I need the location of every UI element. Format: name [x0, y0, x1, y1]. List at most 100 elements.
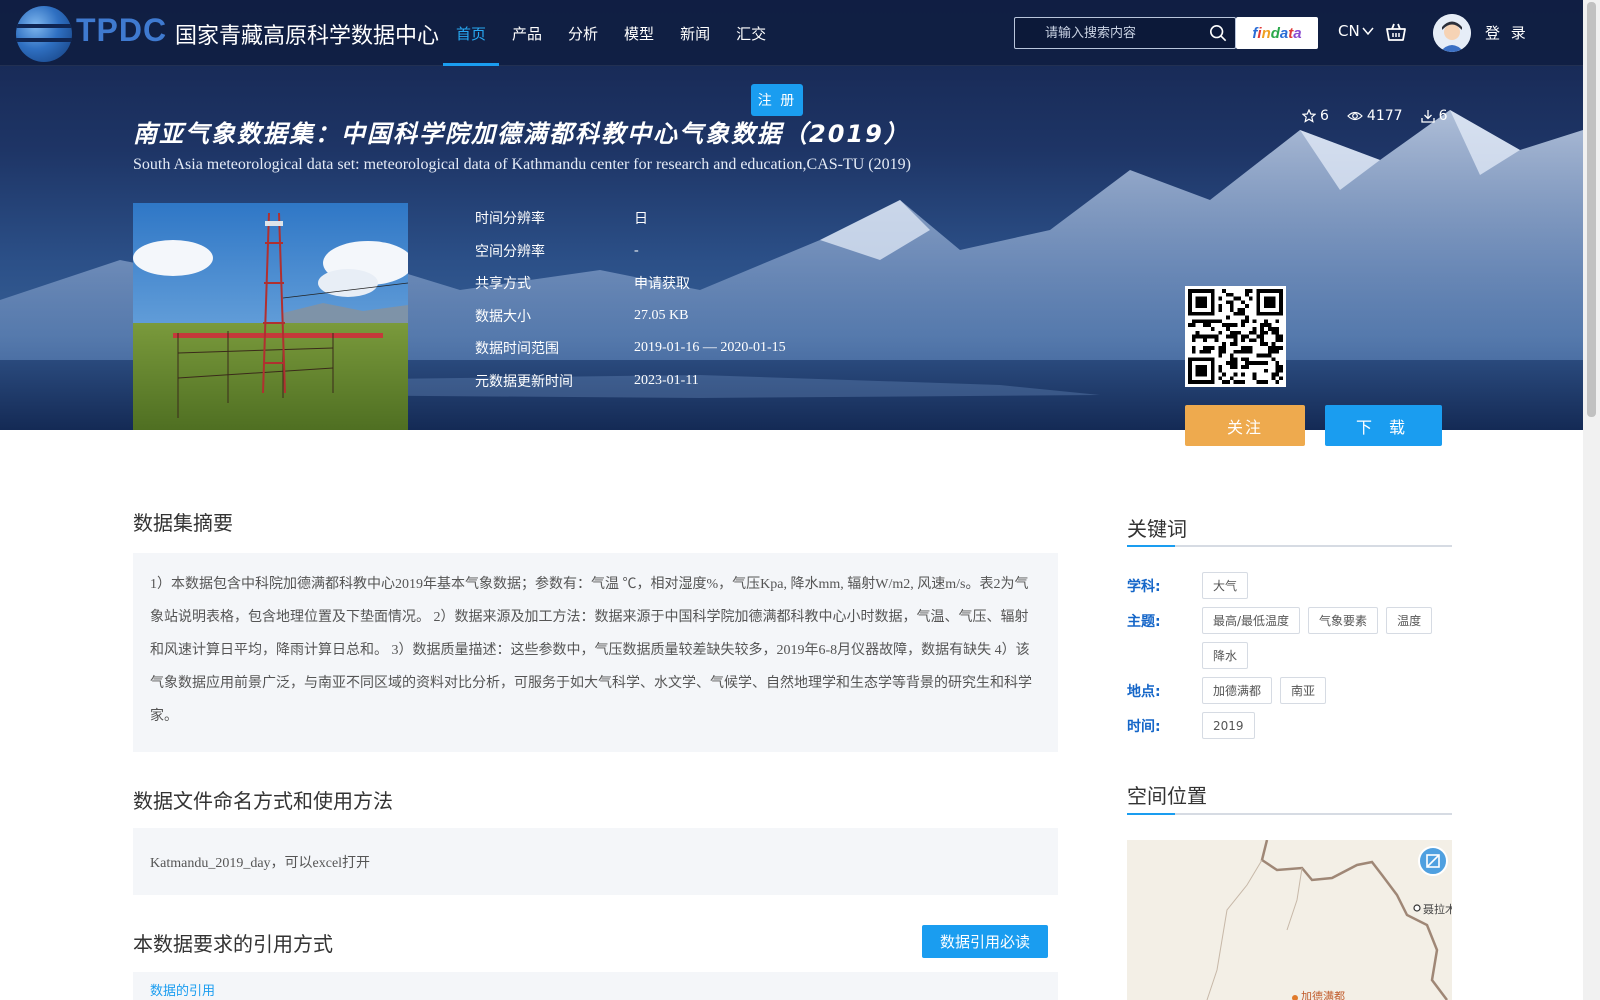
weather-station-photo	[133, 203, 408, 430]
keywords-heading: 关键词	[1127, 519, 1187, 541]
qr-code-icon	[1188, 289, 1283, 384]
keyword-tag[interactable]: 温度	[1386, 607, 1433, 634]
follow-button[interactable]: 关注	[1185, 405, 1305, 446]
keyword-label: 地点:	[1127, 684, 1161, 700]
register-button[interactable]: 注 册	[751, 84, 803, 116]
location-heading: 空间位置	[1127, 786, 1207, 808]
view-count-value: 4177	[1366, 108, 1403, 124]
meta-value: 27.05 KB	[634, 307, 689, 323]
meta-row: 时间分辨率 日	[475, 202, 786, 235]
star-count-value: 6	[1320, 108, 1329, 124]
meta-value: 2019-01-16 — 2020-01-15	[634, 340, 786, 356]
findata-letter: n	[1261, 24, 1271, 42]
abstract-heading: 数据集摘要	[133, 513, 233, 535]
citation-content: 数据的引用	[133, 972, 1058, 1000]
meta-label: 数据大小	[475, 308, 531, 325]
meta-value: -	[634, 242, 639, 258]
view-count: 4177	[1347, 108, 1403, 124]
search-icon[interactable]	[1209, 24, 1227, 42]
keyword-tag[interactable]: 2019	[1202, 712, 1255, 739]
file-naming-content: Katmandu_2019_day，可以excel打开	[133, 828, 1058, 895]
findata-letter: d	[1270, 24, 1280, 42]
citation-link[interactable]: 数据的引用	[150, 984, 215, 999]
meta-row: 空间分辨率 -	[475, 235, 786, 268]
star-icon	[1302, 109, 1316, 123]
keyword-tag[interactable]: 大气	[1202, 572, 1249, 599]
logo-abbreviation[interactable]: TPDC	[76, 12, 167, 49]
keyword-tags: 大气	[1202, 572, 1462, 599]
location-map[interactable]: 聂拉木 加德满都	[1127, 840, 1452, 1000]
map-label-nyalam: 聂拉木	[1423, 902, 1452, 916]
dataset-stats: 6 4177 6	[1302, 108, 1447, 124]
language-label: CN	[1338, 22, 1360, 40]
avatar[interactable]	[1433, 14, 1471, 52]
cart-icon[interactable]	[1385, 21, 1407, 43]
download-button[interactable]: 下 载	[1325, 405, 1442, 446]
keyword-tag[interactable]: 最高/最低温度	[1202, 607, 1301, 634]
keyword-label: 学科:	[1127, 579, 1161, 595]
meta-label: 数据时间范围	[475, 341, 559, 358]
fullscreen-icon[interactable]	[1418, 846, 1448, 876]
map-boundaries: 聂拉木 加德满都	[1206, 840, 1452, 1000]
file-naming-heading: 数据文件命名方式和使用方法	[133, 791, 393, 813]
meta-value: 日	[634, 212, 648, 228]
nav-products[interactable]: 产品	[499, 0, 555, 66]
nav-submit[interactable]: 汇交	[723, 0, 779, 66]
eye-icon	[1347, 111, 1363, 121]
scrollbar-thumb[interactable]	[1587, 2, 1596, 417]
star-count[interactable]: 6	[1302, 108, 1329, 124]
keyword-tags: 加德满都 南亚	[1202, 677, 1462, 704]
meta-label: 元数据更新时间	[475, 373, 573, 390]
main-nav: 首页 产品 分析 模型 新闻 汇交	[443, 0, 779, 66]
page-scrollbar[interactable]	[1583, 0, 1600, 1000]
meta-label: 共享方式	[475, 276, 531, 293]
keyword-tag[interactable]: 加德满都	[1202, 677, 1273, 704]
language-switch[interactable]: CN	[1338, 22, 1374, 40]
keyword-label: 时间:	[1127, 719, 1161, 735]
qr-code	[1185, 286, 1286, 387]
meta-row: 共享方式 申请获取	[475, 267, 786, 300]
download-icon	[1420, 110, 1435, 123]
dataset-title-en: South Asia meteorological data set: mete…	[133, 156, 911, 173]
keyword-tag[interactable]: 气象要素	[1308, 607, 1379, 634]
meta-row: 数据时间范围 2019-01-16 — 2020-01-15	[475, 332, 786, 365]
meta-value: 2023-01-11	[634, 372, 699, 388]
citation-guide-button[interactable]: 数据引用必读	[922, 925, 1048, 958]
nav-news[interactable]: 新闻	[667, 0, 723, 66]
nav-models[interactable]: 模型	[611, 0, 667, 66]
location-divider	[1127, 813, 1452, 815]
meta-row: 元数据更新时间 2023-01-11	[475, 365, 786, 398]
keyword-row-time: 时间: 2019	[1127, 712, 1462, 739]
abstract-content: 1）本数据包含中科院加德满都科教中心2019年基本气象数据；参数有：气温 ℃，相…	[133, 553, 1058, 752]
top-navigation-bar: TPDC 国家青藏高原科学数据中心 首页 产品 分析 模型 新闻 汇交 find…	[0, 0, 1583, 66]
keyword-tags: 最高/最低温度 气象要素 温度 降水	[1202, 607, 1462, 669]
meta-row: 数据大小 27.05 KB	[475, 300, 786, 333]
keyword-tag[interactable]: 南亚	[1280, 677, 1327, 704]
dataset-thumbnail	[133, 203, 408, 430]
user-avatar-icon	[1433, 14, 1471, 52]
keyword-row-theme: 主题: 最高/最低温度 气象要素 温度 降水	[1127, 607, 1462, 669]
nav-analysis[interactable]: 分析	[555, 0, 611, 66]
logo-globe-icon[interactable]	[16, 6, 72, 62]
findata-letter: a	[1293, 24, 1302, 42]
logo-site-name[interactable]: 国家青藏高原科学数据中心	[175, 18, 439, 50]
dataset-title-cn: 南亚气象数据集：中国科学院加德满都科教中心气象数据（2019）	[133, 120, 910, 148]
keyword-row-place: 地点: 加德满都 南亚	[1127, 677, 1462, 704]
findata-letter: a	[1279, 24, 1289, 42]
meta-label: 时间分辨率	[475, 211, 545, 228]
meta-label: 空间分辨率	[475, 243, 545, 260]
chevron-down-icon	[1362, 27, 1374, 36]
page: TPDC 国家青藏高原科学数据中心 首页 产品 分析 模型 新闻 汇交 find…	[0, 0, 1600, 1000]
dataset-metadata: 时间分辨率 日 空间分辨率 - 共享方式 申请获取 数据大小 27.05 KB …	[475, 202, 786, 397]
nav-home[interactable]: 首页	[443, 0, 500, 66]
search-input[interactable]	[1015, 18, 1201, 48]
expand-icon	[1426, 854, 1440, 868]
keyword-tag[interactable]: 降水	[1202, 642, 1249, 669]
citation-heading: 本数据要求的引用方式	[133, 934, 333, 956]
download-count: 6	[1420, 108, 1448, 124]
login-link[interactable]: 登 录	[1485, 22, 1529, 43]
findata-link[interactable]: findata	[1236, 17, 1318, 49]
keyword-label: 主题:	[1127, 614, 1161, 630]
download-count-value: 6	[1438, 108, 1448, 124]
keywords-divider	[1127, 545, 1452, 547]
